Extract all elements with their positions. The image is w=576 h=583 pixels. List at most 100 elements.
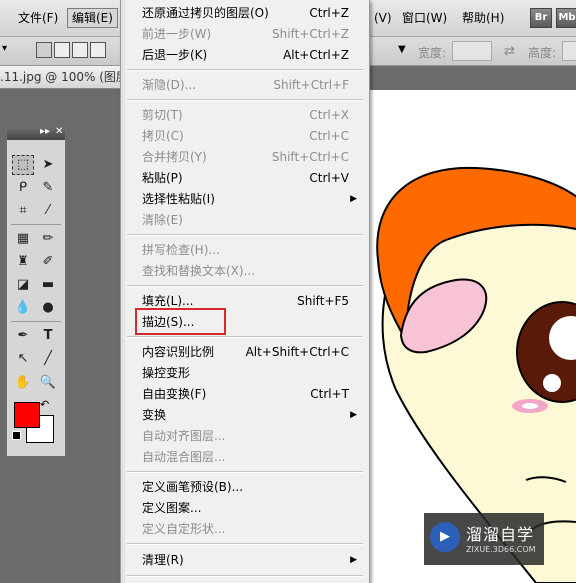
menu-item-spell-check[interactable]: 拼写检查(H)... xyxy=(125,240,367,261)
document-title: .11.jpg @ 100% (图层 1 xyxy=(0,70,122,84)
menu-item-shortcut: Ctrl+Z xyxy=(309,6,349,20)
lasso-tool-icon[interactable]: ᑭ xyxy=(12,178,34,198)
stamp-tool-icon[interactable]: ♜ xyxy=(12,252,34,272)
menu-item-undo[interactable]: 还原通过拷贝的图层(O) Ctrl+Z xyxy=(125,3,367,24)
menu-file[interactable]: 文件(F) xyxy=(14,9,62,27)
menu-item-copy-merged[interactable]: 合并拷贝(Y) Shift+Ctrl+C xyxy=(125,147,367,168)
foreground-color-swatch[interactable] xyxy=(14,402,40,428)
brush-tool-icon[interactable]: ✏ xyxy=(37,229,59,249)
menu-separator xyxy=(127,285,363,287)
height-field[interactable] xyxy=(562,41,576,61)
edit-menu-dropdown: 还原通过拷贝的图层(O) Ctrl+Z 前进一步(W) Shift+Ctrl+Z… xyxy=(120,0,370,583)
submenu-arrow-icon: ▶ xyxy=(350,194,357,204)
marquee-tool-icon[interactable]: ⬚ xyxy=(12,155,34,175)
tool-preset-arrow-icon[interactable]: ▾ xyxy=(2,43,7,54)
submenu-arrow-icon: ▶ xyxy=(350,555,357,565)
menu-item-label: 拷贝(C) xyxy=(142,129,184,143)
menu-item-define-custom-shape[interactable]: 定义自定形状... xyxy=(125,519,367,540)
menu-help[interactable]: 帮助(H) xyxy=(458,9,508,27)
style-dropdown-arrow-icon[interactable]: ▼ xyxy=(398,44,406,55)
menu-item-paste-special[interactable]: 选择性粘贴(I) ▶ xyxy=(125,189,367,210)
menu-item-shortcut: Shift+Ctrl+F xyxy=(273,78,349,92)
eyedropper-tool-icon[interactable]: ⁄ xyxy=(37,201,59,221)
menu-item-transform[interactable]: 变换 ▶ xyxy=(125,405,367,426)
menu-item-purge[interactable]: 清理(R) ▶ xyxy=(125,550,367,571)
watermark-url: ZIXUE.3D66.COM xyxy=(466,545,536,554)
menu-item-label: 后退一步(K) xyxy=(142,48,208,62)
menu-item-label: 自动混合图层... xyxy=(142,450,226,464)
menu-separator xyxy=(127,336,363,338)
healing-tool-icon[interactable]: ▦ xyxy=(12,229,34,249)
eraser-tool-icon[interactable]: ◪ xyxy=(12,275,34,295)
move-tool-icon[interactable]: ➤ xyxy=(37,155,59,175)
menu-view[interactable]: (V) xyxy=(370,9,396,27)
swap-colors-icon[interactable]: ↶ xyxy=(40,398,49,411)
subtract-selection-icon[interactable] xyxy=(72,42,88,58)
menu-item-label: 选择性粘贴(I) xyxy=(142,192,215,206)
menu-item-step-forward[interactable]: 前进一步(W) Shift+Ctrl+Z xyxy=(125,24,367,45)
menu-item-auto-blend-layers[interactable]: 自动混合图层... xyxy=(125,447,367,468)
play-logo-icon: ▶ xyxy=(430,522,460,552)
menu-item-define-pattern[interactable]: 定义图案... xyxy=(125,498,367,519)
menu-item-shortcut: Ctrl+X xyxy=(309,108,349,122)
crop-tool-icon[interactable]: ⌗ xyxy=(12,201,34,221)
menu-item-shortcut: Shift+F5 xyxy=(297,294,349,308)
pen-tool-icon[interactable]: ✒ xyxy=(12,326,34,346)
menu-window[interactable]: 窗口(W) xyxy=(398,9,451,27)
quick-select-tool-icon[interactable]: ✎ xyxy=(37,178,59,198)
swap-icon[interactable]: ⇄ xyxy=(504,44,515,59)
menu-item-define-brush[interactable]: 定义画笔预设(B)... xyxy=(125,477,367,498)
menu-item-label: 操控变形 xyxy=(142,366,191,380)
menu-item-copy[interactable]: 拷贝(C) Ctrl+C xyxy=(125,126,367,147)
hand-tool-icon[interactable]: ✋ xyxy=(12,373,34,393)
watermark-title: 溜溜自学 xyxy=(466,525,535,544)
add-selection-icon[interactable] xyxy=(54,42,70,58)
bridge-icon[interactable]: Br xyxy=(530,8,552,28)
menu-item-shortcut: Alt+Shift+Ctrl+C xyxy=(245,345,349,359)
collapse-icon[interactable]: ▸▸ xyxy=(40,126,50,137)
menu-separator xyxy=(127,543,363,545)
default-colors-icon[interactable] xyxy=(12,431,21,440)
document-tab[interactable]: .11.jpg @ 100% (图层 1 xyxy=(0,66,122,89)
menu-item-label: 拼写检查(H)... xyxy=(142,243,220,257)
menu-item-free-transform[interactable]: 自由变换(F) Ctrl+T xyxy=(125,384,367,405)
menu-item-label: 定义画笔预设(B)... xyxy=(142,480,244,494)
menu-item-label: 查找和替换文本(X)... xyxy=(142,264,256,278)
toolbox-divider xyxy=(11,321,61,322)
gradient-tool-icon[interactable]: ▬ xyxy=(37,275,59,295)
hamster-illustration xyxy=(376,166,576,583)
mini-bridge-icon[interactable]: Mb xyxy=(556,8,576,28)
toolbox-header[interactable]: ▸▸ ✕ xyxy=(7,126,65,140)
menu-item-shortcut: Ctrl+T xyxy=(310,387,349,401)
dodge-tool-icon[interactable]: ● xyxy=(37,298,59,318)
width-field[interactable] xyxy=(452,41,492,61)
stroke-highlight-box xyxy=(135,308,226,335)
menu-item-fade[interactable]: 渐隐(D)... Shift+Ctrl+F xyxy=(125,75,367,96)
canvas[interactable] xyxy=(366,90,576,583)
menu-item-step-backward[interactable]: 后退一步(K) Alt+Ctrl+Z xyxy=(125,45,367,66)
menu-item-auto-align-layers[interactable]: 自动对齐图层... xyxy=(125,426,367,447)
menu-item-puppet-warp[interactable]: 操控变形 xyxy=(125,363,367,384)
zoom-tool-icon[interactable]: 🔍 xyxy=(37,373,59,393)
close-icon[interactable]: ✕ xyxy=(55,126,63,137)
menu-item-label: 还原通过拷贝的图层(O) xyxy=(142,6,269,20)
blur-tool-icon[interactable]: 💧 xyxy=(12,298,34,318)
line-tool-icon[interactable]: ╱ xyxy=(37,349,59,369)
history-brush-tool-icon[interactable]: ✐ xyxy=(37,252,59,272)
menu-item-label: 定义自定形状... xyxy=(142,522,226,536)
menu-separator xyxy=(127,471,363,473)
menu-item-cut[interactable]: 剪切(T) Ctrl+X xyxy=(125,105,367,126)
menu-item-clear[interactable]: 清除(E) xyxy=(125,210,367,231)
toolbox: ▸▸ ✕ ⬚ ➤ ᑭ ✎ ⌗ ⁄ ▦ ✏ ♜ ✐ ◪ ▬ 💧 ● ✒ T ↖ ╱… xyxy=(6,126,66,457)
menu-item-paste[interactable]: 粘贴(P) Ctrl+V xyxy=(125,168,367,189)
new-selection-icon[interactable] xyxy=(36,42,52,58)
menu-item-label: 清理(R) xyxy=(142,553,184,567)
menu-edit[interactable]: 编辑(E) xyxy=(67,8,118,28)
intersect-selection-icon[interactable] xyxy=(90,42,106,58)
type-tool-icon[interactable]: T xyxy=(37,326,59,346)
menu-item-content-aware-scale[interactable]: 内容识别比例 Alt+Shift+Ctrl+C xyxy=(125,342,367,363)
menu-item-find-replace[interactable]: 查找和替换文本(X)... xyxy=(125,261,367,282)
path-select-tool-icon[interactable]: ↖ xyxy=(12,349,34,369)
menu-separator xyxy=(127,575,363,577)
toolbox-divider xyxy=(11,224,61,225)
